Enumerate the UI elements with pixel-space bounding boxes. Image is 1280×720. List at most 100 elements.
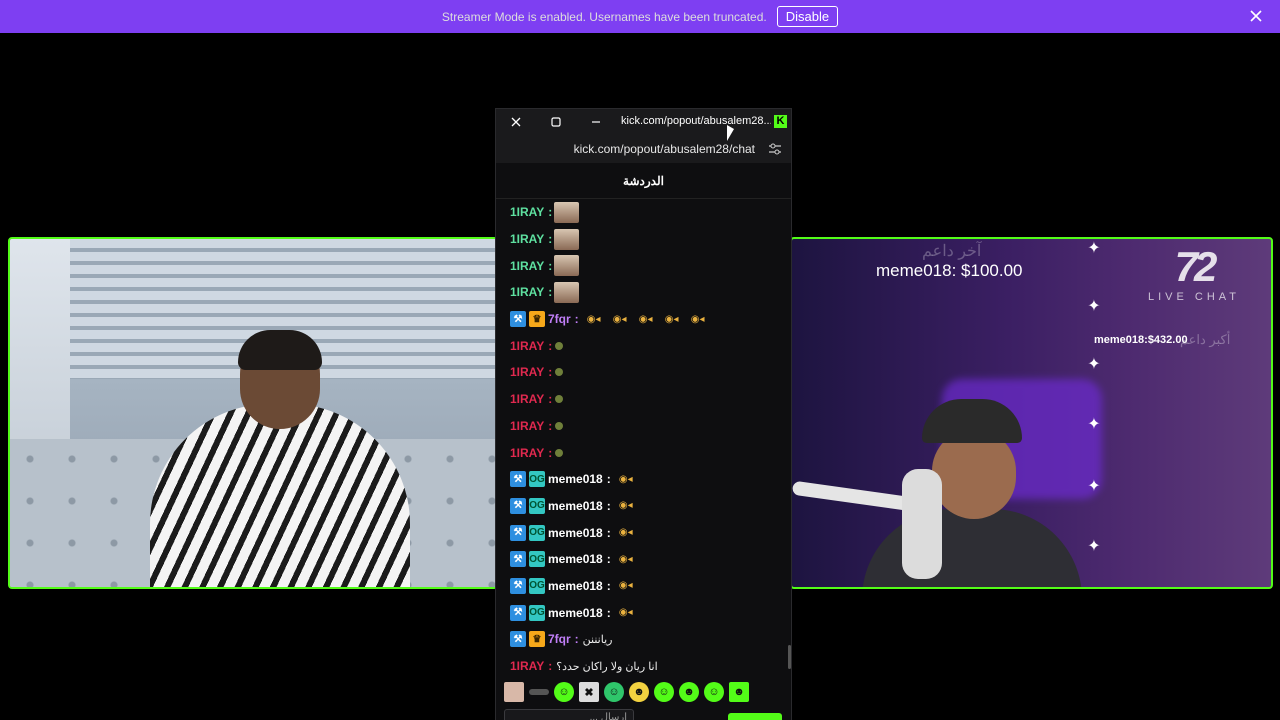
emote-button[interactable]: [529, 689, 549, 695]
chat-username[interactable]: meme018: [548, 552, 603, 566]
chat-popout-window: kick.com/popout/abusalem28... K kick.com…: [495, 108, 792, 720]
chat-message: 1IRAY:: [510, 226, 791, 253]
close-banner-icon[interactable]: [1248, 8, 1264, 24]
bee-emote-icon: ◉◂: [690, 313, 705, 325]
emote-button[interactable]: ☺: [704, 682, 724, 702]
separator: :: [606, 525, 611, 540]
chat-username[interactable]: 1IRAY: [510, 205, 544, 219]
small-emote-icon: [555, 368, 564, 377]
separator: :: [548, 445, 553, 460]
bee-emote-icon: ◉◂: [618, 607, 633, 619]
chat-username[interactable]: 1IRAY: [510, 339, 544, 353]
emote-button[interactable]: ☺: [604, 682, 624, 702]
logo-label: LIVE CHAT: [1147, 291, 1241, 303]
separator: :: [606, 498, 611, 513]
separator: :: [548, 418, 553, 433]
bee-emote-icon: ◉◂: [618, 580, 633, 592]
chat-message-text: انا ريان ولا راكان حدد؟: [556, 660, 658, 673]
chat-username[interactable]: 1IRAY: [510, 392, 544, 406]
chat-message: ⚒ OG meme018: ◉◂: [510, 519, 791, 546]
chat-username[interactable]: 1IRAY: [510, 365, 544, 379]
mouse-cursor: [727, 125, 734, 141]
chat-message: 1IRAY:: [510, 279, 791, 306]
emote-button[interactable]: [504, 682, 524, 702]
chat-username[interactable]: meme018: [548, 526, 603, 540]
og-badge-icon: OG: [529, 471, 545, 488]
small-emote-icon: [555, 341, 564, 350]
chat-message: 1IRAY:: [510, 252, 791, 279]
face-emote-icon: [554, 228, 580, 250]
chat-input[interactable]: إرسال ...: [504, 709, 634, 720]
banner-message: Streamer Mode is enabled. Usernames have…: [441, 9, 767, 24]
live-chat-logo: 72 LIVE CHAT: [1114, 243, 1271, 313]
window-titlebar: kick.com/popout/abusalem28... K: [496, 109, 791, 135]
emote-button[interactable]: ☻: [729, 682, 749, 702]
chat-message: 1IRAY:: [510, 439, 791, 466]
small-emote-icon: [555, 448, 564, 457]
small-emote-icon: [555, 395, 564, 404]
chat-username[interactable]: 1IRAY: [510, 419, 544, 433]
chat-username[interactable]: 1IRAY: [510, 446, 544, 460]
bee-emote-icon: ◉◂: [664, 313, 679, 325]
send-button[interactable]: [728, 713, 782, 720]
chat-username[interactable]: 1IRAY: [510, 659, 544, 673]
bee-emote-icon: ◉◂: [618, 473, 633, 485]
left-stream-video: [8, 237, 498, 589]
bee-emote-icon: ◉◂: [586, 313, 601, 325]
emote-button[interactable]: ☻: [629, 682, 649, 702]
chat-message: 1IRAY:: [510, 386, 791, 413]
chat-message: ⚒ OG meme018: ◉◂: [510, 599, 791, 626]
chat-message-list[interactable]: 1IRAY:1IRAY:1IRAY:1IRAY: ⚒ ♛ 7fqr: ◉◂ ◉◂ ◉◂ ◉◂ ◉…: [496, 199, 791, 679]
bee-emote-icon: ◉◂: [618, 527, 633, 539]
emote-button[interactable]: ✖: [579, 682, 599, 702]
separator: :: [606, 605, 611, 620]
chat-username[interactable]: meme018: [548, 579, 603, 593]
chat-username[interactable]: 1IRAY: [510, 232, 544, 246]
disable-streamer-mode-button[interactable]: Disable: [776, 6, 839, 27]
emote-button[interactable]: ☺: [554, 682, 574, 702]
separator: :: [574, 312, 579, 327]
separator: :: [548, 365, 553, 380]
emote-button[interactable]: ☺: [654, 682, 674, 702]
star-icon: ✦: [1087, 538, 1101, 555]
chat-username[interactable]: meme018: [548, 606, 603, 620]
separator: :: [574, 632, 579, 647]
minimize-window-button[interactable]: [576, 109, 616, 135]
site-settings-icon[interactable]: [767, 141, 783, 157]
bee-emote-icon: ◉◂: [618, 553, 633, 565]
emote-button[interactable]: ☻: [679, 682, 699, 702]
separator: :: [548, 285, 553, 300]
last-donation: meme018: $100.00: [876, 261, 1023, 280]
chat-username[interactable]: 7fqr: [548, 632, 571, 646]
streamer-mode-banner: Streamer Mode is enabled. Usernames have…: [0, 0, 1280, 33]
bee-emote-icon: ◉◂: [618, 500, 633, 512]
maximize-window-button[interactable]: [536, 109, 576, 135]
chat-message: ⚒ ♛ 7fqr: ريانننن: [510, 626, 791, 653]
chat-message: 1IRAY:: [510, 359, 791, 386]
chat-username[interactable]: 7fqr: [548, 312, 571, 326]
mod-badge-icon: ⚒: [510, 471, 526, 488]
star-decoration: ✦ ✦ ✦ ✦ ✦ ✦: [1086, 239, 1104, 587]
mod-badge-icon: ⚒: [510, 631, 526, 648]
chat-username[interactable]: meme018: [548, 472, 603, 486]
star-icon: ✦: [1087, 240, 1101, 257]
separator: :: [548, 232, 553, 247]
face-emote-icon: [554, 255, 580, 277]
close-window-button[interactable]: [496, 109, 536, 135]
bee-emote-icon: ◉◂: [638, 313, 653, 325]
crown-badge-icon: ♛: [529, 631, 545, 648]
address-bar[interactable]: kick.com/popout/abusalem28/chat: [496, 135, 791, 163]
chat-username[interactable]: meme018: [548, 499, 603, 513]
og-badge-icon: OG: [529, 577, 545, 594]
mod-badge-icon: ⚒: [510, 577, 526, 594]
crown-badge-icon: ♛: [529, 311, 545, 328]
mod-badge-icon: ⚒: [510, 497, 526, 514]
face-emote-icon: [554, 281, 580, 303]
chat-username[interactable]: 1IRAY: [510, 285, 544, 299]
chat-username[interactable]: 1IRAY: [510, 259, 544, 273]
logo-mark: 72: [1174, 243, 1218, 290]
page-url: kick.com/popout/abusalem28/chat: [573, 142, 755, 156]
chat-scrollbar[interactable]: [788, 645, 791, 669]
star-icon: ✦: [1087, 478, 1101, 495]
chat-message: 1IRAY:: [510, 199, 791, 226]
